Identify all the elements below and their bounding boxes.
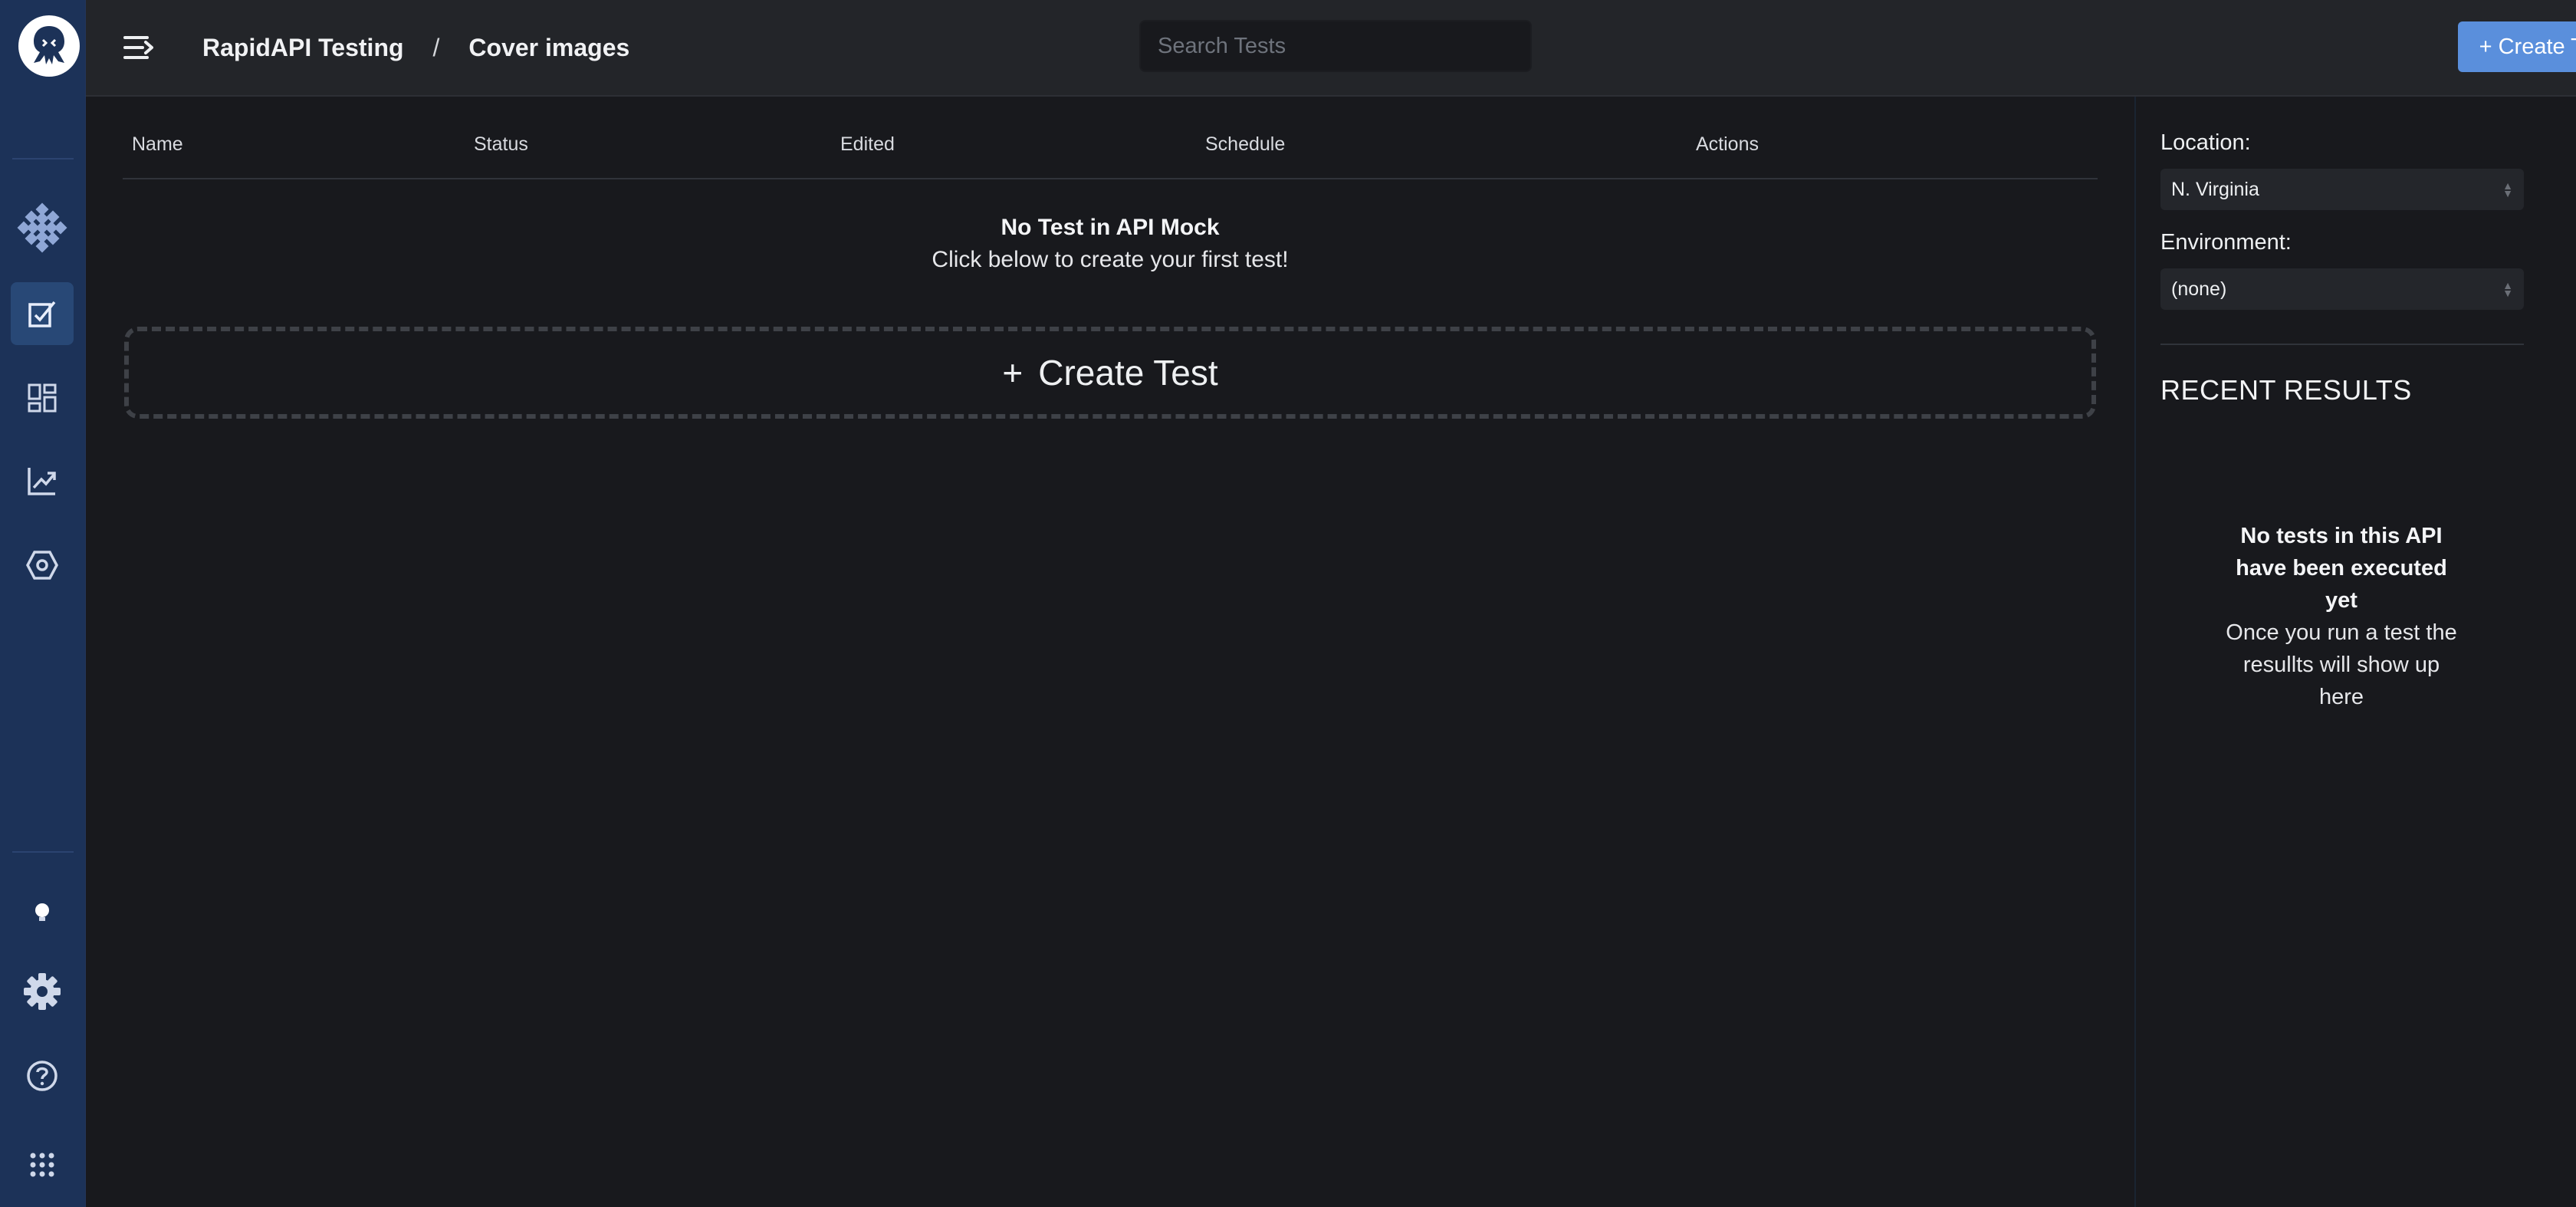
select-arrows-icon: ▲ ▼ [2502,279,2513,299]
plus-icon: + [1002,353,1024,393]
rail-divider [12,851,74,853]
empty-state-title: No Test in API Mock [1001,215,1220,240]
create-test-button[interactable]: + Create Test [2458,21,2576,72]
column-status: Status [474,133,528,155]
menu-toggle-icon[interactable] [121,32,158,63]
apps-grid-icon[interactable] [11,1133,74,1196]
app-root: RapidAPI Testing / Cover images + Create… [0,0,2576,1207]
column-name: Name [132,133,183,155]
table-header: Name Status Edited Schedule Actions [123,118,2098,179]
environment-select[interactable]: (none) ▲ ▼ [2160,268,2524,310]
breadcrumb: RapidAPI Testing / Cover images [202,29,629,66]
dashboard-icon[interactable] [11,367,74,429]
environment-value: (none) [2171,278,2227,300]
home-icon[interactable] [11,196,74,259]
no-results-title: No tests in this API have been executed … [2236,524,2447,613]
left-sidebar [0,0,86,1207]
results-panel: Location: N. Virginia ▲ ▼ Environment: (n… [2134,97,2576,1207]
tests-main: Name Status Edited Schedule Actions No T… [86,97,2134,1207]
environment-label: Environment: [2160,230,2292,255]
help-icon[interactable] [11,1044,74,1107]
location-label: Location: [2160,130,2251,155]
octopus-logo-icon[interactable] [18,15,80,77]
panel-divider [2160,344,2524,345]
rail-divider [12,158,74,160]
location-select[interactable]: N. Virginia ▲ ▼ [2160,169,2524,210]
breadcrumb-workspace[interactable]: RapidAPI Testing [202,34,404,62]
column-edited: Edited [840,133,895,155]
empty-state-subtitle: Click below to create your first test! [932,247,1289,272]
breadcrumb-separator: / [432,33,440,61]
analytics-icon[interactable] [11,449,74,512]
search-input[interactable] [1139,20,1532,72]
tests-icon[interactable] [11,282,74,345]
no-results-subtitle: Once you run a test the resullts will sh… [2226,620,2457,709]
select-arrows-icon: ▲ ▼ [2502,179,2513,199]
create-test-label: Create Test [1038,353,1218,393]
column-actions: Actions [1696,133,1759,155]
settings-hex-icon[interactable] [11,534,74,597]
create-first-test-button[interactable]: + Create Test [124,327,2096,419]
recent-results-title: RECENT RESULTS [2160,374,2412,406]
column-schedule: Schedule [1205,133,1286,155]
gear-icon[interactable] [11,960,74,1023]
breadcrumb-api[interactable]: Cover images [468,34,629,62]
location-value: N. Virginia [2171,178,2259,200]
top-bar: RapidAPI Testing / Cover images + Create… [86,0,2576,97]
lightbulb-icon[interactable] [11,882,74,945]
